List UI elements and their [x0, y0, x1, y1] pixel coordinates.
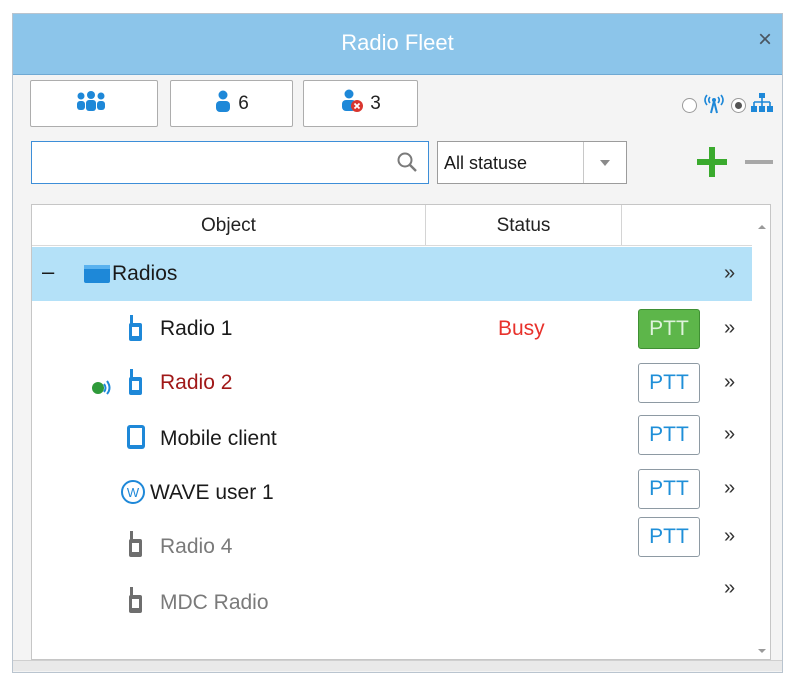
signal-icon — [90, 375, 114, 401]
close-icon[interactable]: × — [758, 26, 772, 54]
row-object-name: Radio 1 — [160, 317, 233, 340]
users-button[interactable]: 6 — [170, 80, 293, 127]
status-filter-value: All statuse — [444, 153, 528, 173]
row-more-icon[interactable]: » — [724, 577, 735, 600]
ptt-button[interactable]: PTT — [638, 415, 700, 455]
row-object-name: MDC Radio — [160, 591, 269, 614]
radio-tower-icon — [701, 92, 727, 119]
ptt-button[interactable]: PTT — [638, 363, 700, 403]
hierarchy-icon — [750, 92, 774, 119]
view-mode-hierarchy[interactable] — [731, 98, 746, 113]
user-offline-icon — [340, 89, 364, 119]
search-field[interactable] — [31, 141, 429, 184]
table-row[interactable]: W WAVE user 1 PTT » — [32, 463, 752, 517]
row-object-name: WAVE user 1 — [150, 481, 274, 504]
window-title: Radio Fleet — [341, 30, 454, 55]
column-header-actions[interactable] — [622, 205, 754, 245]
search-icon[interactable] — [396, 151, 418, 178]
scroll-up-icon[interactable] — [757, 217, 767, 235]
row-object-name: Mobile client — [160, 427, 277, 450]
table-row[interactable]: Radio 2 PTT » — [32, 355, 752, 409]
folder-icon — [84, 265, 110, 289]
horizontal-scrollbar[interactable] — [13, 660, 782, 671]
row-object-name: Radio 2 — [160, 371, 233, 394]
ptt-button[interactable]: PTT — [638, 517, 700, 557]
radio-icon — [128, 315, 144, 349]
radio-offline-icon — [128, 531, 144, 565]
row-status: Busy — [498, 317, 545, 340]
ptt-button[interactable]: PTT — [638, 469, 700, 509]
plus-icon[interactable] — [694, 144, 730, 185]
view-mode-radio-tower[interactable] — [682, 98, 697, 113]
view-mode-switch — [682, 92, 774, 119]
ptt-button[interactable]: PTT — [638, 309, 700, 349]
svg-text:W: W — [127, 485, 140, 500]
group-more-icon[interactable]: » — [724, 262, 735, 285]
title-bar[interactable]: Radio Fleet × — [13, 14, 782, 75]
talkgroup-icon — [74, 90, 108, 118]
row-more-icon[interactable]: » — [724, 317, 735, 340]
wave-icon: W — [120, 479, 146, 511]
row-more-icon[interactable]: » — [724, 371, 735, 394]
column-header-object[interactable]: Object — [32, 205, 426, 245]
scroll-down-icon[interactable] — [757, 641, 767, 659]
column-header-status[interactable]: Status — [426, 205, 622, 245]
group-label: Radios — [112, 262, 178, 285]
status-filter-dropdown[interactable]: All statuse — [437, 141, 627, 184]
radio-offline-icon — [128, 587, 144, 621]
radio-fleet-panel: Radio Fleet × 6 3 All statuse Object Sta… — [12, 13, 783, 673]
radio-tree-grid: Object Status – Radios » Radio 1 Busy PT… — [31, 204, 771, 660]
grid-header: Object Status — [32, 205, 770, 246]
table-row[interactable]: MDC Radio » — [32, 571, 752, 625]
search-input[interactable] — [40, 150, 384, 178]
table-row[interactable]: Mobile client PTT » — [32, 409, 752, 463]
row-more-icon[interactable]: » — [724, 525, 735, 548]
chevron-down-icon[interactable] — [583, 142, 626, 183]
row-more-icon[interactable]: » — [724, 423, 735, 446]
row-more-icon[interactable]: » — [724, 477, 735, 500]
row-object-name: Radio 4 — [160, 535, 233, 558]
users-count: 6 — [238, 92, 249, 114]
mobile-icon — [126, 423, 146, 457]
talkgroups-button[interactable] — [30, 80, 158, 127]
group-row-radios[interactable]: – Radios » — [32, 247, 752, 301]
user-icon — [214, 90, 232, 118]
vertical-scrollbar[interactable] — [752, 205, 770, 659]
table-row[interactable]: Radio 1 Busy PTT » — [32, 301, 752, 355]
offline-users-count: 3 — [370, 92, 381, 114]
collapse-icon[interactable]: – — [42, 259, 54, 285]
radio-icon — [128, 369, 144, 403]
minus-icon[interactable] — [743, 144, 775, 185]
table-row[interactable]: Radio 4 PTT » — [32, 517, 752, 571]
offline-users-button[interactable]: 3 — [303, 80, 418, 127]
